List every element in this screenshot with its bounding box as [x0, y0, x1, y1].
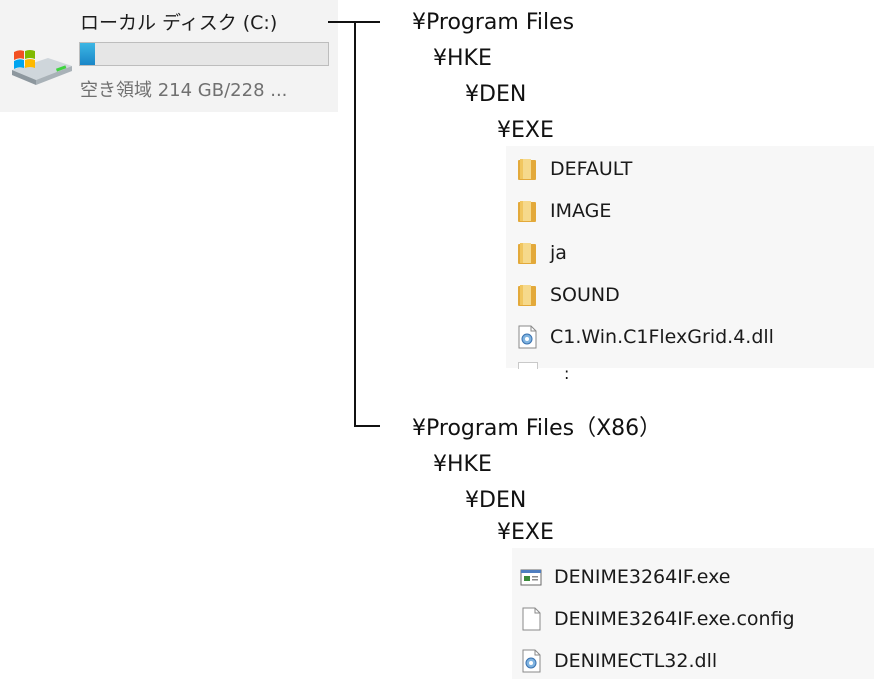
list-item-label: DENIME3264IF.exe: [554, 566, 731, 588]
folder-icon: [518, 159, 536, 180]
list-item-label: ja: [550, 242, 567, 264]
path-hke-x86: ¥HKE: [433, 452, 492, 477]
config-file-icon: [522, 607, 541, 631]
list-item-label: SOUND: [550, 284, 620, 306]
drive-free-space: 空き領域 214 GB/228 ...: [80, 80, 288, 101]
folder-icon: [518, 285, 536, 306]
list-item-label: IMAGE: [550, 200, 612, 222]
list-item[interactable]: C1.Win.C1FlexGrid.4.dll: [516, 320, 774, 354]
path-exe-x86: ¥EXE: [497, 520, 554, 545]
path-den: ¥DEN: [465, 82, 527, 107]
folder-icon: [518, 243, 536, 264]
connector-horizontal-bottom: [354, 425, 380, 427]
drive-usage-fill: [80, 43, 95, 65]
dll-file-icon: [518, 325, 537, 349]
drive-usage-bar: [79, 42, 329, 66]
drive-name: ローカル ディスク (C:): [80, 12, 278, 34]
list-item[interactable]: SOUND: [516, 278, 620, 312]
list-item[interactable]: IMAGE: [516, 194, 611, 228]
path-den-x86: ¥DEN: [465, 488, 527, 513]
connector-vertical: [354, 21, 356, 427]
dll-file-icon: [522, 649, 541, 673]
list-item-label: DENIMECTL32.dll: [554, 650, 718, 672]
truncated-file-icon: [518, 362, 538, 369]
more-items-mark: :: [564, 364, 570, 383]
local-disk-tile[interactable]: ローカル ディスク (C:) 空き領域 214 GB/228 ...: [0, 0, 338, 112]
list-item-label: DENIME3264IF.exe.config: [554, 608, 795, 630]
list-item[interactable]: DENIME3264IF.exe.config: [520, 602, 795, 636]
file-listing-program-files-x86: DENIME3264IF.exe DENIME3264IF.exe.config…: [512, 548, 874, 679]
path-program-files: ¥Program Files: [412, 10, 575, 35]
list-item[interactable]: DEFAULT: [516, 152, 632, 186]
path-program-files-x86: ¥Program Files（X86）: [412, 416, 662, 441]
windows-drive-icon: [12, 50, 72, 85]
list-item[interactable]: DENIMECTL32.dll: [520, 644, 717, 678]
path-hke: ¥HKE: [433, 46, 492, 71]
list-item-label: C1.Win.C1FlexGrid.4.dll: [550, 326, 774, 348]
list-item[interactable]: DENIME3264IF.exe: [520, 560, 730, 594]
list-item-label: DEFAULT: [550, 158, 633, 180]
file-listing-program-files: DEFAULT IMAGE ja SOUND C1.Win.C1FlexGrid…: [506, 146, 874, 383]
path-exe: ¥EXE: [497, 118, 554, 143]
folder-icon: [518, 201, 536, 222]
exe-file-icon: [520, 569, 542, 586]
list-item[interactable]: ja: [516, 236, 567, 270]
